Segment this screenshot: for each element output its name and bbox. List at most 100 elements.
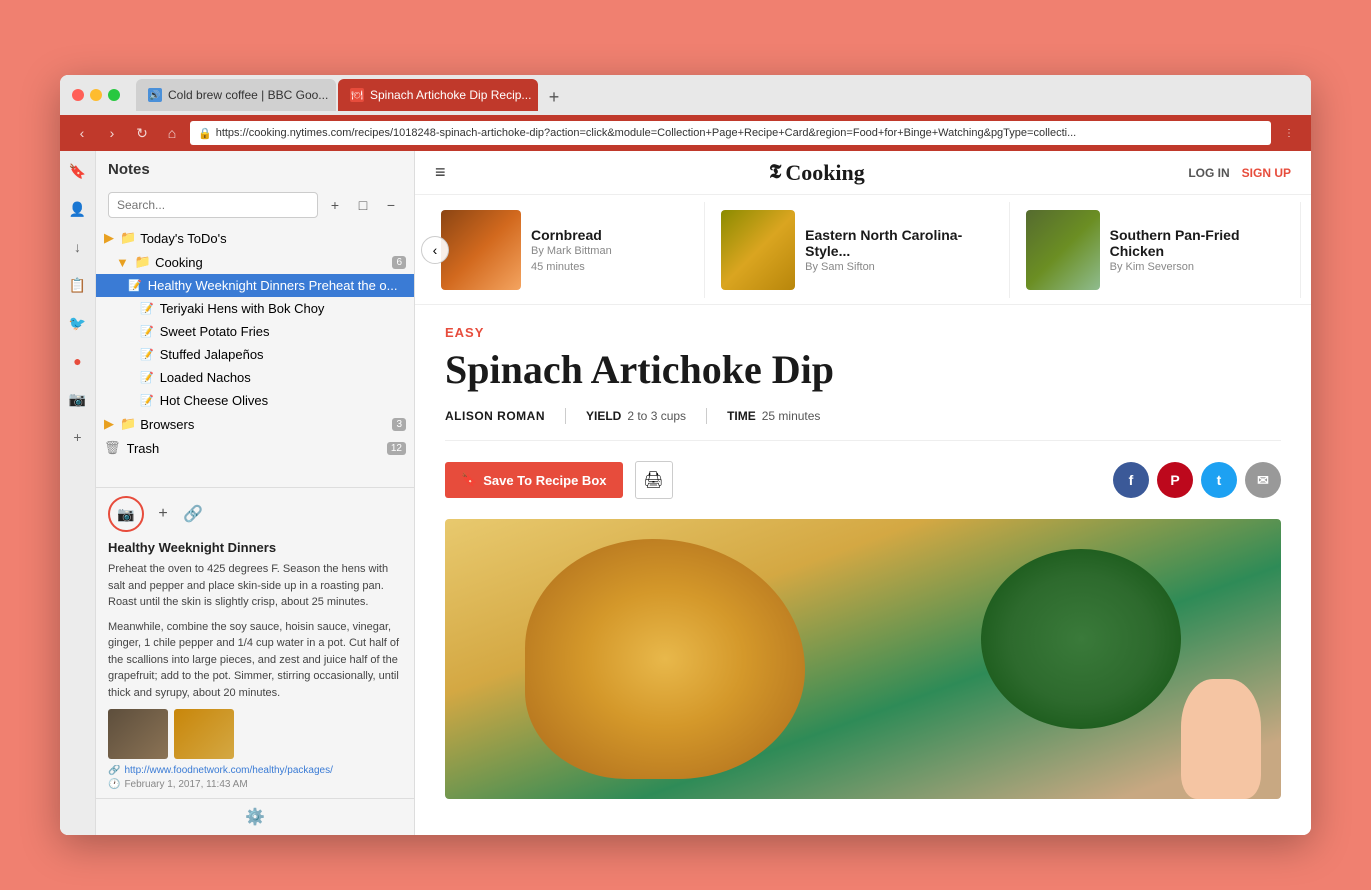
add-attachment-button[interactable]: + — [152, 503, 174, 525]
home-button[interactable]: ⌂ — [160, 121, 184, 145]
recipe-card-author-southern: By Kim Severson — [1110, 261, 1284, 273]
facebook-share-button[interactable]: f — [1113, 462, 1149, 498]
cooking-header: ≡ 𝕿 Cooking LOG IN SIGN UP — [415, 151, 1311, 195]
sidebar-icon-download[interactable]: ↓ — [68, 237, 88, 257]
sidebar-icon-twitter[interactable]: 🐦 — [68, 313, 88, 333]
recipe-card-info-cornbread: Cornbread By Mark Bittman 45 minutes — [531, 227, 612, 273]
reload-button[interactable]: ↻ — [130, 121, 154, 145]
recipe-card-info-southern: Southern Pan-Fried Chicken By Kim Severs… — [1110, 227, 1284, 273]
folder-icon-browsers: 📁 — [120, 416, 136, 432]
tree-label-nachos: Loaded Nachos — [160, 370, 406, 385]
close-button[interactable] — [72, 89, 84, 101]
note-image-1 — [108, 709, 168, 759]
sidebar-icon-instagram[interactable]: 📷 — [68, 389, 88, 409]
tree-label: Today's ToDo's — [140, 231, 406, 246]
recipe-card-author: By Mark Bittman — [531, 245, 612, 257]
tree-label-teriyaki: Teriyaki Hens with Bok Choy — [160, 301, 406, 316]
tree-item-sweetpotato[interactable]: 📝 Sweet Potato Fries — [96, 320, 414, 343]
note-icon-sweetpotato: 📝 — [140, 325, 154, 338]
recipe-tag: EASY — [445, 325, 1281, 340]
recipe-card-cornbread[interactable]: Cornbread By Mark Bittman 45 minutes — [425, 202, 705, 298]
note-preview-text-1: Preheat the oven to 425 degrees F. Seaso… — [108, 561, 402, 611]
tree-item-teriyaki[interactable]: 📝 Teriyaki Hens with Bok Choy — [96, 297, 414, 320]
recipe-card-image-southern — [1026, 210, 1100, 290]
meta-divider-1 — [565, 408, 566, 424]
recipe-card-eastern[interactable]: Eastern North Carolina-Style... By Sam S… — [705, 202, 1010, 298]
tree-label-trash: Trash — [127, 441, 383, 456]
delete-button[interactable]: − — [380, 194, 402, 216]
tree-item-today[interactable]: ▶ 📁 Today's ToDo's — [96, 226, 414, 250]
traffic-lights — [72, 89, 120, 101]
recipe-main-image — [445, 519, 1281, 799]
tree-item-jalapenos[interactable]: 📝 Stuffed Jalapeños — [96, 343, 414, 366]
add-note-button[interactable]: + — [324, 194, 346, 216]
tab-label-active: Spinach Artichoke Dip Recip... — [370, 88, 531, 102]
sidebar-icon-add-service[interactable]: + — [68, 427, 88, 447]
link-icon: 🔗 — [108, 765, 120, 776]
notes-search-bar: + □ − — [96, 184, 414, 226]
carousel-prev-button[interactable]: ‹ — [421, 236, 449, 264]
note-images — [108, 709, 402, 759]
note-preview-title: Healthy Weeknight Dinners — [108, 540, 402, 555]
twitter-share-button[interactable]: t — [1201, 462, 1237, 498]
back-button[interactable]: ‹ — [70, 121, 94, 145]
log-in-button[interactable]: LOG IN — [1188, 166, 1229, 180]
search-input[interactable] — [108, 192, 318, 218]
recipe-actions: 🔖 Save To Recipe Box 🖨 f P t ✉ — [445, 461, 1281, 499]
save-to-recipe-box-button[interactable]: 🔖 Save To Recipe Box — [445, 462, 623, 498]
sidebar-icon-circle[interactable]: ● — [68, 351, 88, 371]
recipe-card-author-eastern: By Sam Sifton — [805, 261, 992, 273]
bookmark-icon: 🔖 — [461, 472, 477, 488]
pinterest-share-button[interactable]: P — [1157, 462, 1193, 498]
address-bar[interactable]: 🔒 https://cooking.nytimes.com/recipes/10… — [190, 121, 1271, 145]
tree-item-nachos[interactable]: 📝 Loaded Nachos — [96, 366, 414, 389]
tree-item-cheeses[interactable]: 📝 Hot Cheese Olives — [96, 389, 414, 412]
note-icon-jalapenos: 📝 — [140, 348, 154, 361]
maximize-button[interactable] — [108, 89, 120, 101]
camera-button-circle[interactable]: 📷 — [108, 496, 144, 532]
cooking-badge: 6 — [392, 256, 406, 269]
recipe-card-image-cornbread — [441, 210, 521, 290]
tab-cold-brew[interactable]: 🔊 Cold brew coffee | BBC Goo... — [136, 79, 336, 111]
hamburger-menu[interactable]: ≡ — [435, 162, 446, 183]
print-button[interactable]: 🖨 — [635, 461, 673, 499]
sign-up-button[interactable]: SIGN UP — [1242, 166, 1291, 180]
email-share-button[interactable]: ✉ — [1245, 462, 1281, 498]
tree-item-trash[interactable]: 🗑 Trash 12 — [96, 436, 414, 460]
recipe-card-southern[interactable]: Southern Pan-Fried Chicken By Kim Severs… — [1010, 202, 1301, 298]
camera-icon: 📷 — [117, 506, 134, 523]
tabs-row: 🔊 Cold brew coffee | BBC Goo... 🍽 Spinac… — [136, 79, 1299, 111]
recipe-title: Spinach Artichoke Dip — [445, 348, 1281, 392]
dip-bowl-decoration — [981, 549, 1181, 729]
sidebar-icon-notes[interactable]: 📋 — [68, 275, 88, 295]
minimize-button[interactable] — [90, 89, 102, 101]
add-folder-button[interactable]: □ — [352, 194, 374, 216]
menu-icon[interactable]: ⋮ — [1277, 121, 1301, 145]
tree-item-browsers[interactable]: ▶ 📁 Browsers 3 — [96, 412, 414, 436]
recipe-cards-inner: Cornbread By Mark Bittman 45 minutes Eas… — [415, 202, 1311, 298]
yield-label: YIELD — [586, 409, 621, 423]
clock-icon: 🕐 — [108, 779, 120, 790]
note-link[interactable]: 🔗 http://www.foodnetwork.com/healthy/pac… — [108, 765, 402, 776]
notes-tree: ▶ 📁 Today's ToDo's ▼ 📁 Cooking 6 📝 — [96, 226, 414, 487]
sidebar-icon-bookmark[interactable]: 🔖 — [68, 161, 88, 181]
content-area: 🔖 👤 ↓ 📋 🐦 ● 📷 + Notes + — [60, 151, 1311, 835]
cooking-logo: 𝕿 Cooking — [769, 160, 865, 186]
tree-item-cooking[interactable]: ▼ 📁 Cooking 6 — [96, 250, 414, 274]
new-tab-button[interactable]: + — [540, 83, 568, 111]
tree-item-weeknight[interactable]: 📝 Healthy Weeknight Dinners Preheat the … — [96, 274, 414, 297]
nav-bar: ‹ › ↻ ⌂ 🔒 https://cooking.nytimes.com/re… — [60, 115, 1311, 151]
tab-spinach-artichoke[interactable]: 🍽 Spinach Artichoke Dip Recip... — [338, 79, 538, 111]
settings-button[interactable]: ⚙️ — [96, 798, 414, 835]
recipe-author: ALISON ROMAN — [445, 409, 545, 423]
tree-label-jalapenos: Stuffed Jalapeños — [160, 347, 406, 362]
time-label: TIME — [727, 409, 756, 423]
tab-favicon: 🔊 — [148, 88, 162, 102]
note-icon-teriyaki: 📝 — [140, 302, 154, 315]
link-button[interactable]: 🔗 — [182, 503, 204, 525]
chevron-down-icon: ▼ — [116, 255, 129, 270]
sidebar-icon-contacts[interactable]: 👤 — [68, 199, 88, 219]
forward-button[interactable]: › — [100, 121, 124, 145]
tab-favicon-active: 🍽 — [350, 88, 364, 102]
note-image-2 — [174, 709, 234, 759]
